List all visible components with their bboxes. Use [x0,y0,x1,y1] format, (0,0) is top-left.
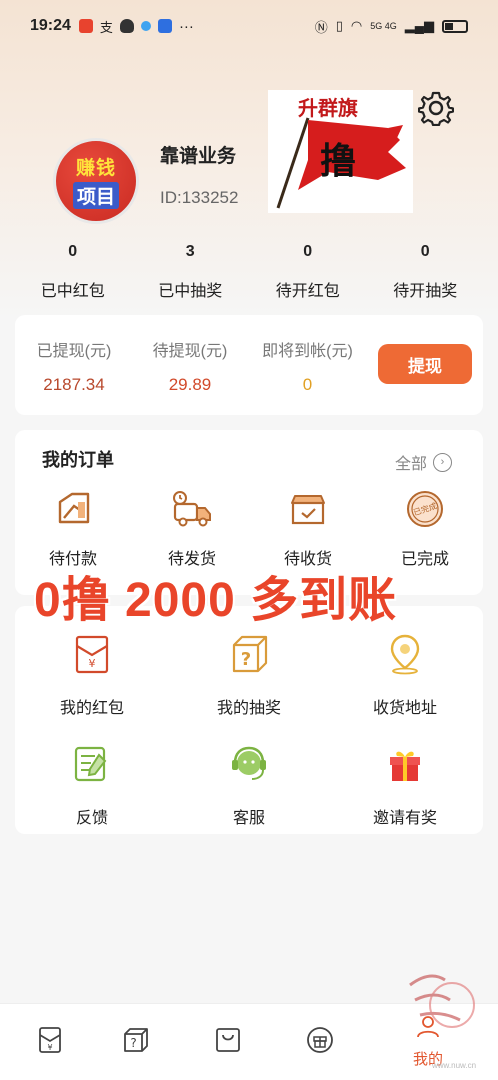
watermark-url: www.nuw.cn [432,1061,477,1070]
wallet-card: 已提现(元) 2187.34 待提现(元) 29.89 即将到帐(元) 0 提现 [15,315,483,415]
flag-character: 撸 [320,140,357,182]
stats-row: 0 已中红包 3 已中抽奖 0 待开红包 0 待开抽奖 [14,243,484,301]
stat-value: 0 [420,243,430,260]
gift-icon [390,751,420,781]
arriving-value: 0 [302,375,313,394]
signal-label: 5G 4G [370,21,397,31]
avatar-text-bottom: 项目 [72,182,119,209]
system-status: Ⓝ ▯ ◠ 5G 4G ▂▄▆ [315,17,468,36]
shopping-bag-tab-icon [216,1028,240,1052]
status-bar: 19:24 支 ··· Ⓝ ▯ ◠ 5G 4G ▂▄▆ [0,0,498,52]
avatar[interactable]: 赚钱 项目 [53,138,139,224]
red-envelope-tab-icon: ¥ [39,1027,61,1053]
tab-red-packets[interactable]: ¥ [30,1026,70,1059]
stat-value: 0 [303,243,313,260]
user-id: ID:133252 [160,188,239,207]
svg-text:?: ? [241,649,251,670]
order-pending-payment[interactable]: 待付款 [28,488,118,569]
nfc-icon: Ⓝ [314,19,328,35]
wifi-icon: ◠ [350,18,363,33]
arriving-label: 即将到帐(元) [262,343,353,360]
tab-gifts[interactable] [300,1026,340,1059]
withdrawn-column: 已提现(元) 2187.34 [29,337,119,395]
svg-text:¥: ¥ [89,657,96,670]
pending-column: 待提现(元) 29.89 [145,337,235,395]
tools-card: ¥ 我的红包 ? 我的抽奖 收货地址 反馈 客服 邀请有奖 [15,606,483,834]
delivery-truck-icon [173,491,211,527]
tab-shop[interactable] [208,1026,248,1059]
tool-my-red-packets[interactable]: ¥ 我的红包 [32,633,152,718]
completed-stamp-icon: 已完成 [407,491,443,527]
avatar-text-top: 赚钱 [75,158,116,179]
stat-label: 待开抽奖 [393,283,458,300]
package-box-icon [291,495,325,525]
battery-icon [442,19,468,33]
settings-gear-icon[interactable] [418,90,454,126]
gift-tab-icon [307,1027,333,1053]
tool-shipping-address[interactable]: 收货地址 [345,633,465,718]
pending-label: 待提现(元) [152,343,228,360]
stat-won-lotteries[interactable]: 3 已中抽奖 [132,243,250,301]
stat-won-red-packets[interactable]: 0 已中红包 [14,243,132,301]
red-envelope-icon: ¥ [75,635,109,674]
mystery-box-icon: ? [232,635,268,673]
stat-label: 已中抽奖 [158,283,223,300]
chevron-right-icon: › [433,452,453,472]
status-time: 19:24 [30,17,71,34]
signal-icon: ▂▄▆ [404,18,434,33]
svg-text:¥: ¥ [47,1043,52,1052]
mystery-box-tab-icon: ? [124,1028,148,1052]
notification-icons: 支 ··· [78,17,194,36]
username: 靠谱业务 [160,146,237,167]
tool-my-lotteries[interactable]: ? 我的抽奖 [189,633,309,718]
withdraw-button[interactable]: 提现 [378,344,472,384]
stat-pending-red-packets[interactable]: 0 待开红包 [249,243,367,301]
stat-pending-lotteries[interactable]: 0 待开抽奖 [367,243,485,301]
pending-value: 29.89 [168,375,212,394]
order-pending-receipt[interactable]: 待收货 [263,488,353,569]
stat-value: 3 [185,243,195,260]
app-notification-icon [78,19,93,33]
app-icon [157,19,172,33]
payment-card-icon [58,492,90,524]
location-pin-icon [390,634,420,675]
watermark-seal-icon [409,974,475,1028]
withdrawn-value: 2187.34 [43,375,105,394]
more-notifications: ··· [178,17,194,35]
stat-label: 已中红包 [40,283,105,300]
flag-title: 升群旗 [298,96,358,120]
tool-label: 收货地址 [372,700,437,717]
tool-feedback[interactable]: 反馈 [32,743,152,828]
tool-customer-service[interactable]: 客服 [189,743,309,828]
feedback-note-icon [74,746,107,782]
tool-label: 我的红包 [59,700,124,717]
orders-all-link[interactable]: 全部 › [395,450,453,474]
flag-image: 升群旗 撸 [268,90,413,213]
tool-label: 邀请有奖 [372,810,437,827]
promo-banner-text: 0撸 2000 多到账 [34,574,398,627]
stat-value: 0 [68,243,78,260]
orders-title: 我的订单 [42,450,114,470]
tab-lottery[interactable]: ? [116,1026,156,1059]
tool-invite-rewards[interactable]: 邀请有奖 [345,743,465,828]
arriving-column: 即将到帐(元) 0 [255,337,360,395]
tool-label: 我的抽奖 [216,700,281,717]
qq-icon [119,19,134,33]
withdrawn-label: 已提现(元) [36,343,112,360]
dot-icon [140,21,151,31]
svg-text:?: ? [130,1036,136,1050]
stat-label: 待开红包 [275,283,340,300]
vibrate-icon: ▯ [335,18,343,33]
alipay-icon: 支 [99,19,113,35]
order-completed[interactable]: 已完成 已完成 [380,488,470,569]
tool-label: 反馈 [75,810,108,827]
order-pending-shipment[interactable]: 待发货 [147,488,237,569]
orders-all-label: 全部 [395,456,428,473]
tool-label: 客服 [232,810,265,827]
customer-service-icon [232,746,266,780]
